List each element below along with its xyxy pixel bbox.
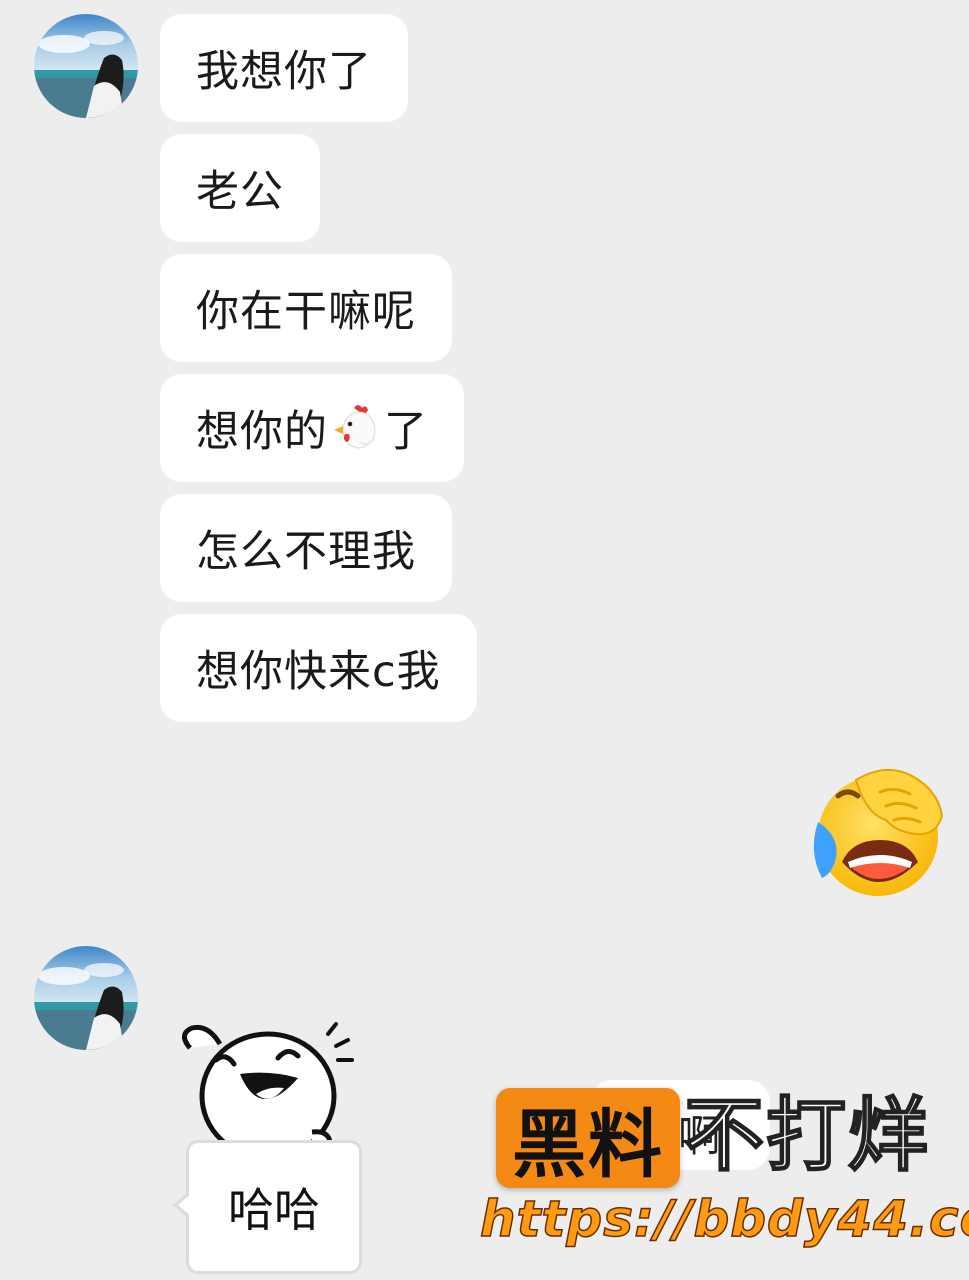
sticker-caption: 哈哈 [228, 1183, 320, 1237]
chicken-emoji-icon [334, 405, 376, 449]
contact-avatar[interactable] [34, 14, 138, 118]
sticker-caption-card[interactable]: 哈哈 [173, 1140, 362, 1274]
avatar-photo-icon [34, 14, 138, 118]
contact-avatar[interactable] [34, 946, 138, 1050]
message-text: 了 [384, 407, 428, 457]
message-text: 想你快来c我 [196, 647, 441, 697]
message-text: 想你的 [196, 407, 328, 457]
message-bubble[interactable]: 想你快来c我 [160, 614, 477, 722]
message-bubble[interactable]: 想你的 了 [160, 374, 464, 482]
watermark-logo-text: 黑料 [512, 1101, 664, 1188]
face-palm-laughing-emoji-icon[interactable] [808, 764, 950, 900]
avatar-photo-icon [34, 946, 138, 1050]
message-text: 我想你了 [196, 47, 372, 97]
watermark-label: 不打烊 [683, 1088, 930, 1183]
message-text: 你在干嘛呢 [196, 287, 416, 337]
message-bubble[interactable]: 老公 [160, 134, 320, 242]
message-bubble[interactable]: 怎么不理我 [160, 494, 452, 602]
watermark-url: https://bbdy44.com [479, 1189, 969, 1249]
chat-screen: 我想你了 老公 你在干嘛呢 想你的 了 怎么不理我 想你快来c我 哈哈 啊 黑料… [0, 0, 969, 1280]
message-bubble[interactable]: 你在干嘛呢 [160, 254, 452, 362]
message-text: 怎么不理我 [196, 527, 416, 577]
watermark-logo-box: 黑料 [496, 1088, 680, 1188]
message-text: 老公 [196, 167, 284, 217]
message-bubble[interactable]: 我想你了 [160, 14, 408, 122]
